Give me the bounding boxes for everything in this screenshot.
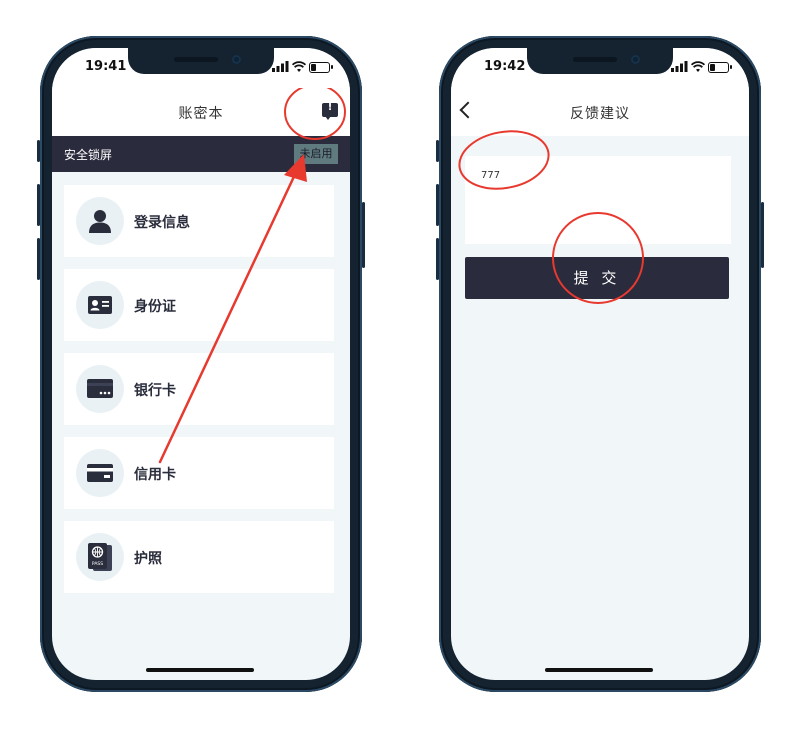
item-label: 身份证 [134,299,176,315]
signal-icon [272,61,289,72]
battery-icon [309,62,333,73]
list-item-login-info[interactable]: 登录信息 [64,185,334,257]
item-icon-bg [76,281,124,329]
item-label: 信用卡 [134,467,176,483]
nav-bar: 账密本 [52,88,350,136]
volume-down-button [436,238,439,280]
home-indicator[interactable] [146,668,254,672]
screen-right: 19:42 反馈建议 777 提 交 [451,48,749,680]
item-icon-bg [76,449,124,497]
feedback-input[interactable]: 777 [465,156,731,244]
list-item-credit-card[interactable]: 信用卡 [64,437,334,509]
phone-right: 19:42 反馈建议 777 提 交 [436,36,764,692]
credit-card-icon [87,464,113,482]
power-button [761,202,764,268]
bank-card-icon [87,379,113,398]
wifi-icon [691,61,705,72]
item-label: 银行卡 [134,383,176,399]
item-icon-bg [76,197,124,245]
passport-icon: PASS [88,543,112,571]
feedback-input-value: 777 [481,170,501,181]
security-lock-toggle[interactable]: 未启用 [294,144,338,164]
list-item-bank-card[interactable]: 银行卡 [64,353,334,425]
person-icon [89,210,111,233]
list-item-id-card[interactable]: 身份证 [64,269,334,341]
power-button [362,202,365,268]
status-time: 19:42 [484,59,526,74]
id-card-icon [88,296,112,314]
battery-icon [708,62,732,73]
screen-left: 19:41 账密本 ! 安全锁屏 未启用 登录信息 身份证 银行卡 信用卡 PA… [52,48,350,680]
item-label: 登录信息 [134,215,190,231]
mute-switch [436,140,439,162]
page-title: 反馈建议 [570,106,630,122]
submit-button[interactable]: 提 交 [465,257,729,299]
volume-up-button [37,184,40,226]
mute-switch [37,140,40,162]
wifi-icon [292,61,306,72]
svg-text:PASS: PASS [92,561,103,567]
item-label: 护照 [134,551,162,567]
list-item-passport[interactable]: PASS 护照 [64,521,334,593]
nav-bar: 反馈建议 [451,88,749,136]
home-indicator[interactable] [545,668,653,672]
notch [128,48,274,74]
signal-icon [671,61,688,72]
security-lock-bar: 安全锁屏 未启用 [52,136,350,172]
volume-up-button [436,184,439,226]
item-icon-bg: PASS [76,533,124,581]
security-lock-label: 安全锁屏 [64,148,113,162]
volume-down-button [37,238,40,280]
feedback-icon[interactable]: ! [322,102,338,120]
page-title: 账密本 [178,106,224,122]
phone-left: 19:41 账密本 ! 安全锁屏 未启用 登录信息 身份证 银行卡 信用卡 PA… [37,36,365,692]
notch [527,48,673,74]
item-icon-bg [76,365,124,413]
status-time: 19:41 [85,59,127,74]
